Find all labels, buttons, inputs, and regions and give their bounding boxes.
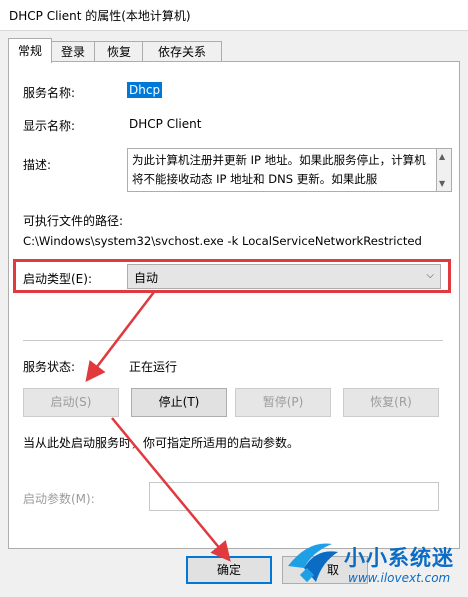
description-textarea[interactable]: 为此计算机注册并更新 IP 地址。如果此服务停止，计算机将不能接收动态 IP 地… bbox=[127, 148, 437, 192]
service-name-value[interactable]: Dhcp bbox=[127, 82, 163, 98]
tab-dependencies[interactable]: 依存关系 bbox=[142, 41, 222, 62]
tab-general[interactable]: 常规 bbox=[8, 38, 52, 63]
startup-type-label: 启动类型(E): bbox=[23, 272, 92, 286]
tab-recovery[interactable]: 恢复 bbox=[94, 41, 144, 62]
start-button[interactable]: 启动(S) bbox=[23, 388, 119, 417]
service-name-label: 服务名称: bbox=[23, 86, 76, 100]
chevron-down-icon: ⌵ bbox=[426, 270, 434, 281]
pause-button[interactable]: 暂停(P) bbox=[235, 388, 331, 417]
scroll-up-icon[interactable]: ▲ bbox=[439, 152, 445, 161]
service-status-label: 服务状态: bbox=[23, 360, 76, 374]
startup-type-value: 自动 bbox=[134, 271, 159, 285]
start-params-input[interactable] bbox=[149, 482, 439, 511]
start-params-hint: 当从此处启动服务时，你可指定所适用的启动参数。 bbox=[23, 436, 300, 450]
exe-path-label: 可执行文件的路径: bbox=[23, 214, 124, 228]
stop-button[interactable]: 停止(T) bbox=[131, 388, 227, 417]
display-name-value[interactable]: DHCP Client bbox=[129, 117, 201, 131]
title-bar: DHCP Client 的属性(本地计算机) bbox=[0, 0, 468, 31]
ok-button[interactable]: 确定 bbox=[186, 556, 272, 584]
description-label: 描述: bbox=[23, 158, 52, 172]
start-params-label: 启动参数(M): bbox=[23, 492, 95, 506]
watermark-url: www.ilovext.com bbox=[348, 571, 451, 585]
watermark-logo-icon bbox=[288, 543, 338, 583]
watermark: 小小系统迷 www.ilovext.com bbox=[282, 538, 468, 594]
display-name-label: 显示名称: bbox=[23, 119, 76, 133]
service-status-value: 正在运行 bbox=[129, 360, 178, 374]
window-title: DHCP Client 的属性(本地计算机) bbox=[9, 9, 191, 23]
tab-logon[interactable]: 登录 bbox=[50, 41, 96, 62]
startup-type-select[interactable]: 自动 ⌵ bbox=[127, 264, 441, 289]
description-scrollbar[interactable]: ▲ ▼ bbox=[437, 148, 452, 192]
watermark-text: 小小系统迷 bbox=[344, 546, 454, 570]
resume-button[interactable]: 恢复(R) bbox=[343, 388, 439, 417]
separator bbox=[23, 340, 443, 341]
scroll-down-icon[interactable]: ▼ bbox=[439, 179, 445, 188]
general-panel: 服务名称: Dhcp 显示名称: DHCP Client 描述: 为此计算机注册… bbox=[8, 61, 460, 549]
exe-path-value[interactable]: C:\Windows\system32\svchost.exe -k Local… bbox=[23, 234, 422, 248]
